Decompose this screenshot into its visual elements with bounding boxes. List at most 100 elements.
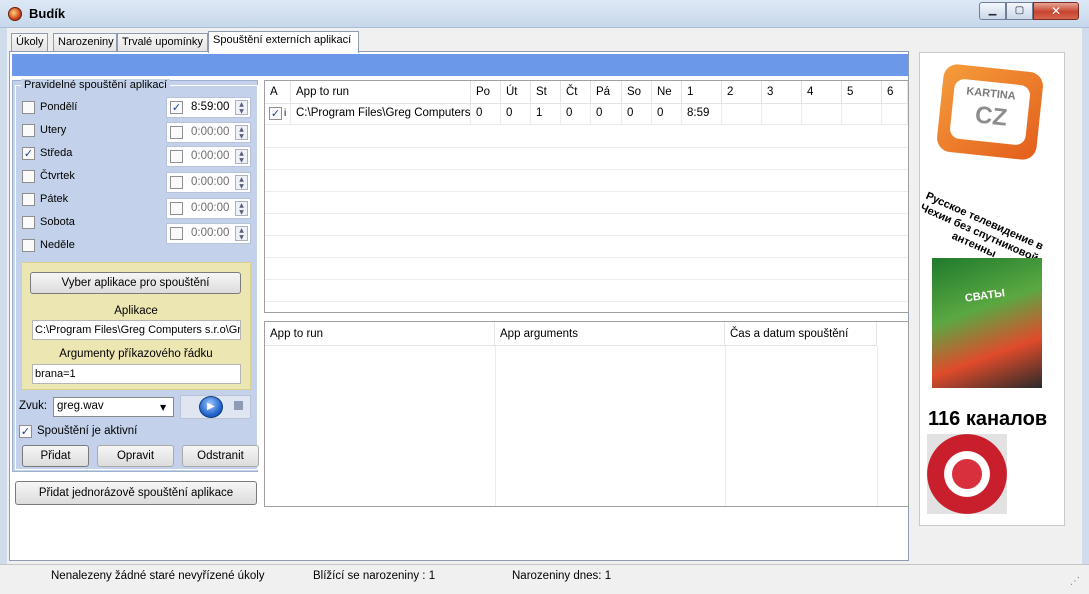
resize-grip-icon[interactable]: ⋰ xyxy=(1070,576,1080,587)
status-birthdays-upcoming: Blížící se narozeniny : 1 xyxy=(313,570,436,582)
column-header-app-arguments[interactable]: App arguments xyxy=(495,322,725,346)
active-label: Spouštění je aktivní xyxy=(37,425,138,437)
table-cell[interactable] xyxy=(802,104,842,125)
time-checkbox[interactable] xyxy=(170,150,183,163)
column-header-2[interactable]: 2 xyxy=(722,81,762,104)
sound-label: Zvuk: xyxy=(19,400,48,412)
time-picker[interactable]: 0:00:00 ▲ ▼ xyxy=(166,198,251,219)
remove-button[interactable]: Odstranit xyxy=(182,445,259,467)
add-button[interactable]: Přidat xyxy=(22,445,89,467)
heart-logo[interactable] xyxy=(927,434,1007,514)
time-picker[interactable]: 0:00:00 ▲ ▼ xyxy=(166,146,251,167)
minimize-button[interactable]: ▁ xyxy=(979,2,1006,20)
table-cell[interactable]: C:\Program Files\Greg Computers... xyxy=(291,104,471,125)
table-cell[interactable]: 8:59 xyxy=(682,104,722,125)
column-header-ne[interactable]: Ne xyxy=(652,81,682,104)
time-checkbox[interactable]: ✓ xyxy=(170,101,183,114)
close-button[interactable]: ✕ xyxy=(1033,2,1079,20)
table-row[interactable]: ✓ i xyxy=(265,104,291,125)
grid-line xyxy=(265,147,908,148)
column-header-a[interactable]: A xyxy=(265,81,291,104)
time-checkbox[interactable] xyxy=(170,227,183,240)
column-header-ut[interactable]: Út xyxy=(501,81,531,104)
column-header-4[interactable]: 4 xyxy=(802,81,842,104)
day-label-ctvrtek: Čtvrtek xyxy=(40,170,75,182)
table-cell[interactable]: 0 xyxy=(652,104,682,125)
stop-icon[interactable] xyxy=(234,401,243,410)
chevron-down-icon[interactable]: ▼ xyxy=(160,403,166,412)
active-checkbox[interactable]: ✓ xyxy=(19,425,32,438)
day-label-pondeli: Pondělí xyxy=(40,101,78,113)
column-header-po[interactable]: Po xyxy=(471,81,501,104)
app-icon xyxy=(8,7,22,21)
column-header-run-datetime[interactable]: Čas a datum spouštění xyxy=(725,322,877,346)
column-header-pa[interactable]: Pá xyxy=(591,81,622,104)
table-cell[interactable]: 1 xyxy=(531,104,561,125)
time-checkbox[interactable] xyxy=(170,202,183,215)
time-picker[interactable]: 0:00:00 ▲ ▼ xyxy=(166,122,251,143)
column-header-st[interactable]: St xyxy=(531,81,561,104)
time-picker[interactable]: 0:00:00 ▲ ▼ xyxy=(166,172,251,193)
time-checkbox[interactable] xyxy=(170,176,183,189)
tab-trvale-upominky[interactable]: Trvalé upomínky xyxy=(117,33,208,52)
time-spinner[interactable]: ▲ ▼ xyxy=(235,125,248,140)
edit-button[interactable]: Opravit xyxy=(97,445,174,467)
time-spinner[interactable]: ▲ ▼ xyxy=(235,149,248,164)
day-checkbox-patek[interactable] xyxy=(22,193,35,206)
column-header-app[interactable]: App to run xyxy=(291,81,471,104)
column-header-5[interactable]: 5 xyxy=(842,81,882,104)
time-picker[interactable]: ✓ 8:59:00 ▲ ▼ xyxy=(166,97,251,118)
app-path-input[interactable]: C:\Program Files\Greg Computers s.r.o\Gr… xyxy=(32,320,241,340)
tab-spousteni-aplikaci[interactable]: Spouštění externích aplikací xyxy=(208,31,359,53)
add-once-button[interactable]: Přidat jednorázově spouštění aplikace xyxy=(15,481,257,505)
time-value: 0:00:00 xyxy=(191,227,230,239)
time-picker[interactable]: 0:00:00 ▲ ▼ xyxy=(166,223,251,244)
table-cell[interactable] xyxy=(722,104,762,125)
maximize-button[interactable]: ▢ xyxy=(1006,2,1033,20)
channels-text: 116 каналов xyxy=(928,408,1048,430)
day-label-sobota: Sobota xyxy=(40,216,75,228)
dvd-cover-image[interactable] xyxy=(932,258,1042,388)
day-checkbox-utery[interactable] xyxy=(22,124,35,137)
play-icon[interactable]: ▶ xyxy=(199,396,223,418)
args-input[interactable]: brana=1 xyxy=(32,364,241,384)
scheduled-apps-grid[interactable]: A App to run Po Út St Čt Pá So Ne 1 2 3 … xyxy=(264,80,909,313)
grid-line xyxy=(265,235,908,236)
tab-ukoly[interactable]: Úkoly xyxy=(11,33,48,52)
day-checkbox-ctvrtek[interactable] xyxy=(22,170,35,183)
grid-line xyxy=(265,279,908,280)
table-cell[interactable] xyxy=(762,104,802,125)
title-bar[interactable] xyxy=(0,0,1089,28)
time-spinner[interactable]: ▲ ▼ xyxy=(235,226,248,241)
table-cell[interactable]: 0 xyxy=(591,104,622,125)
column-header-so[interactable]: So xyxy=(622,81,652,104)
day-checkbox-pondeli[interactable] xyxy=(22,101,35,114)
row-checkbox[interactable]: ✓ xyxy=(269,107,282,120)
column-header-ct[interactable]: Čt xyxy=(561,81,591,104)
day-checkbox-nedele[interactable] xyxy=(22,239,35,252)
day-label-nedele: Neděle xyxy=(40,239,75,251)
time-spinner[interactable]: ▲ ▼ xyxy=(235,175,248,190)
choose-app-button[interactable]: Vyber aplikace pro spouštění xyxy=(30,272,241,294)
column-header-3[interactable]: 3 xyxy=(762,81,802,104)
time-spinner[interactable]: ▲ ▼ xyxy=(235,201,248,216)
table-cell[interactable]: 0 xyxy=(561,104,591,125)
day-checkbox-streda[interactable]: ✓ xyxy=(22,147,35,160)
grid-line xyxy=(265,169,908,170)
time-checkbox[interactable] xyxy=(170,126,183,139)
day-label-streda: Středa xyxy=(40,147,73,159)
column-header-app-to-run[interactable]: App to run xyxy=(265,322,495,346)
table-cell[interactable] xyxy=(882,104,908,125)
table-cell[interactable]: 0 xyxy=(622,104,652,125)
time-value: 0:00:00 xyxy=(191,176,230,188)
sound-select[interactable]: greg.wav xyxy=(53,397,174,417)
time-spinner[interactable]: ▲ ▼ xyxy=(235,100,248,115)
column-header-1[interactable]: 1 xyxy=(682,81,722,104)
table-cell[interactable]: 0 xyxy=(501,104,531,125)
tab-narozeniny[interactable]: Narozeniny xyxy=(53,33,117,52)
table-cell[interactable] xyxy=(842,104,882,125)
table-cell[interactable]: 0 xyxy=(471,104,501,125)
one-time-runs-grid[interactable]: App to run App arguments Čas a datum spo… xyxy=(264,321,909,507)
column-header-6[interactable]: 6 xyxy=(882,81,908,104)
day-checkbox-sobota[interactable] xyxy=(22,216,35,229)
